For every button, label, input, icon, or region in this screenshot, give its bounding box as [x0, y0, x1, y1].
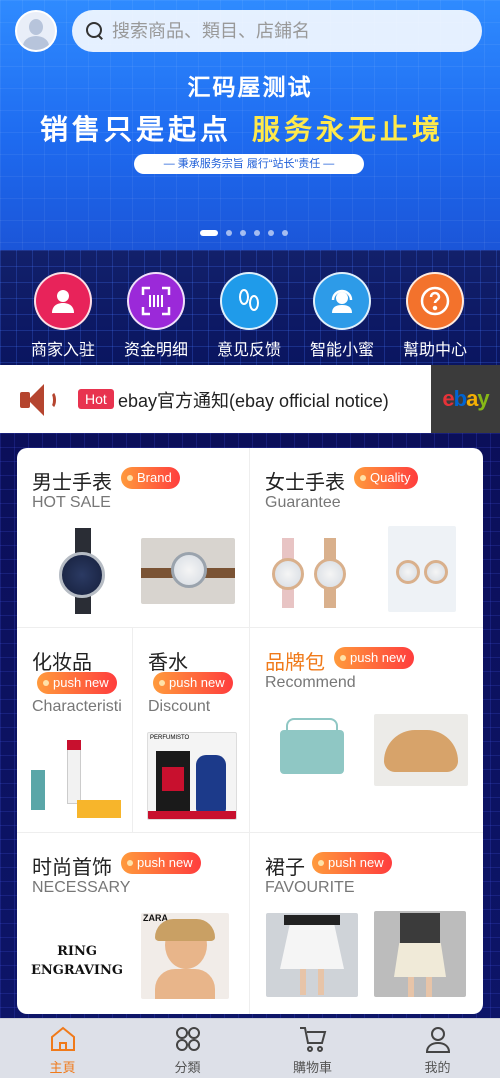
profile-icon	[423, 1025, 453, 1053]
category-card: 男士手表 Brand HOT SALE 女士手表 Quality Guarant…	[17, 448, 483, 1014]
category-subtitle: HOT SALE	[32, 494, 111, 511]
tab-home[interactable]: 主頁	[0, 1019, 125, 1078]
ebay-logo[interactable]: ebay	[431, 365, 500, 433]
category-badge: push new	[334, 647, 414, 669]
banner-subtitle: — 秉承服务宗旨 履行“站长”责任 —	[134, 154, 364, 174]
category-title: 裙子	[265, 857, 305, 879]
carousel-dot[interactable]	[268, 230, 274, 236]
quick-menu: 商家入驻 资金明细 意见反馈 智能小蜜 幫助中心	[0, 250, 500, 365]
category-title: 女士手表	[265, 472, 345, 494]
search-icon	[86, 22, 104, 40]
product-image-bag-2[interactable]	[374, 714, 468, 786]
product-image-perfume[interactable]: PERFUMISTO	[147, 732, 237, 820]
search-input[interactable]	[112, 20, 432, 42]
category-title: 香水	[148, 652, 188, 674]
banner-slogan-yellow: 服务永无止境	[252, 114, 445, 145]
product-image-jewelry-model[interactable]: ZARA	[141, 913, 229, 999]
banner-slogan-white: 销售只是起点	[40, 114, 233, 145]
tab-label: 購物車	[292, 1060, 332, 1075]
menu-item-label: 资金明细	[123, 342, 188, 359]
category-badge: Quality	[354, 467, 419, 489]
tab-label: 主頁	[49, 1060, 76, 1075]
product-image-skirt-1[interactable]	[266, 913, 358, 997]
product-image-mens-watch-1[interactable]	[37, 528, 127, 614]
carousel-dot[interactable]	[240, 230, 246, 236]
menu-item-label: 意见反馈	[216, 342, 281, 359]
perfume-brand-text: PERFUMISTO	[150, 735, 190, 741]
category-subtitle: FAVOURITE	[265, 879, 355, 896]
menu-item-label: 商家入驻	[30, 342, 95, 359]
notice-text[interactable]: ebay官方通知(ebay official notice)	[118, 387, 389, 413]
search-bar[interactable]	[72, 10, 482, 52]
bottom-tab-bar: 主頁 分類 購物車 我的	[0, 1018, 500, 1078]
tab-category[interactable]: 分類	[125, 1019, 250, 1078]
merchant-person-icon	[34, 272, 92, 330]
product-image-womens-watch-2[interactable]	[388, 526, 456, 612]
tab-label: 分類	[174, 1060, 201, 1075]
product-image-cosmetics[interactable]	[31, 740, 121, 820]
product-image-womens-watch-1[interactable]	[262, 528, 362, 614]
menu-item-merchant[interactable]: 商家入驻	[23, 272, 103, 360]
customer-service-headset-icon	[313, 272, 371, 330]
category-perfume[interactable]: 香水 push new Discount PERFUMISTO	[133, 628, 250, 833]
notice-bar[interactable]: Hot ebay官方通知(ebay official notice) ebay	[0, 365, 500, 433]
help-question-icon	[406, 272, 464, 330]
menu-item-assistant[interactable]: 智能小蜜	[302, 272, 382, 360]
carousel-dots	[200, 230, 288, 236]
tab-label: 我的	[424, 1060, 451, 1075]
hero-banner[interactable]: 汇码屋测试 销售只是起点服务永无止境 — 秉承服务宗旨 履行“站长”责任 —	[0, 0, 500, 250]
carousel-dot[interactable]	[200, 230, 218, 236]
avatar-body-shape	[23, 36, 49, 50]
menu-item-funds[interactable]: 资金明细	[116, 272, 196, 360]
category-badge: push new	[37, 672, 117, 694]
category-skirts[interactable]: 裙子 push new FAVOURITE	[250, 833, 483, 1014]
category-jewelry[interactable]: 时尚首饰 push new NECESSARY RING ENGRAVING Z…	[17, 833, 250, 1014]
banner-slogan: 销售只是起点 服务永无止境	[40, 108, 444, 148]
hot-badge: Hot	[78, 389, 114, 409]
carousel-dot[interactable]	[254, 230, 260, 236]
category-title: 化妆品	[32, 652, 92, 674]
carousel-dot[interactable]	[282, 230, 288, 236]
category-subtitle: Guarantee	[265, 494, 341, 511]
category-womens-watch[interactable]: 女士手表 Quality Guarantee	[250, 448, 483, 628]
carousel-dot[interactable]	[226, 230, 232, 236]
product-image-mens-watch-2[interactable]	[141, 538, 235, 604]
category-subtitle: Discount	[148, 698, 211, 715]
category-title: 品牌包	[265, 652, 325, 674]
banner-title: 汇码屋测试	[187, 74, 313, 100]
product-image-bag-1[interactable]	[274, 716, 350, 792]
barcode-scan-icon	[127, 272, 185, 330]
category-brand-bags[interactable]: 品牌包 push new Recommend	[250, 628, 483, 833]
category-title: 男士手表	[32, 472, 112, 494]
speaker-icon	[20, 383, 62, 417]
cart-icon	[298, 1025, 328, 1053]
category-subtitle: NECESSARY	[32, 879, 131, 896]
category-subtitle: Recommend	[265, 674, 356, 691]
footprints-icon	[220, 272, 278, 330]
category-cosmetics[interactable]: 化妆品 push new Characteristi	[17, 628, 133, 833]
avatar-head-shape	[29, 19, 43, 35]
category-subtitle: Characteristi	[32, 698, 122, 715]
product-image-skirt-2[interactable]	[374, 911, 466, 997]
product-image-ring-engraving[interactable]: RING ENGRAVING	[31, 923, 123, 999]
menu-item-help[interactable]: 幫助中心	[395, 272, 475, 360]
tab-cart[interactable]: 購物車	[250, 1019, 375, 1078]
user-avatar[interactable]	[15, 10, 57, 52]
category-mens-watch[interactable]: 男士手表 Brand HOT SALE	[17, 448, 250, 628]
ring-engraving-text: RING ENGRAVING	[31, 944, 123, 978]
category-badge: Brand	[121, 467, 180, 489]
menu-item-feedback[interactable]: 意见反馈	[209, 272, 289, 360]
category-badge: push new	[121, 852, 201, 874]
menu-item-label: 幫助中心	[402, 342, 467, 359]
category-badge: push new	[312, 852, 392, 874]
menu-item-label: 智能小蜜	[309, 342, 374, 359]
category-badge: push new	[153, 672, 233, 694]
category-grid-icon	[173, 1025, 203, 1053]
tab-profile[interactable]: 我的	[375, 1019, 500, 1078]
home-icon	[48, 1025, 78, 1053]
category-title: 时尚首饰	[32, 857, 112, 879]
